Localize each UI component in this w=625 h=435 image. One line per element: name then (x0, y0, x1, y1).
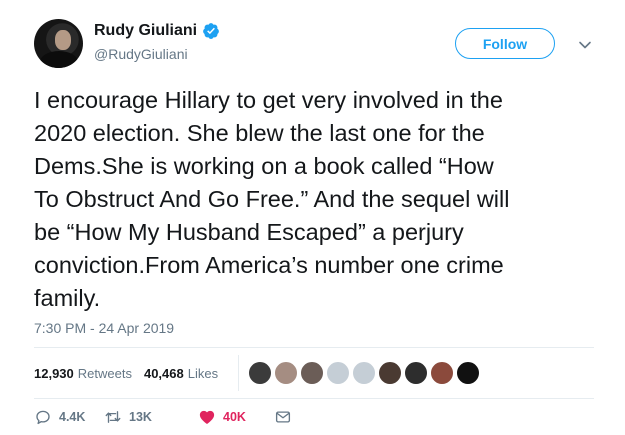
likes-label[interactable]: Likes (188, 366, 218, 381)
tweet-text: I encourage Hillary to get very involved… (34, 87, 510, 311)
liker-avatar-8[interactable] (430, 361, 454, 385)
like-count: 40K (223, 410, 246, 424)
divider-bottom (34, 398, 594, 399)
avatar-face (55, 30, 71, 50)
liker-avatar-9[interactable] (456, 361, 480, 385)
liker-avatar-3[interactable] (300, 361, 324, 385)
liker-avatar-2[interactable] (274, 361, 298, 385)
liker-avatar-1[interactable] (248, 361, 272, 385)
like-action[interactable]: 40K (198, 408, 274, 426)
reply-icon (36, 410, 50, 425)
retweet-count: 13K (129, 410, 152, 424)
liker-avatar-5[interactable] (352, 361, 376, 385)
profile-avatar[interactable] (34, 19, 83, 68)
liker-avatar-4[interactable] (326, 361, 350, 385)
tweet-actions: 4.4K 13K 40K (34, 408, 292, 426)
liker-avatar-6[interactable] (378, 361, 402, 385)
stats-separator (238, 355, 239, 391)
heart-icon (199, 410, 215, 424)
display-name[interactable]: Rudy Giuliani (94, 22, 197, 40)
retweets-label[interactable]: Retweets (78, 366, 132, 381)
user-handle[interactable]: @RudyGiuliani (94, 46, 188, 62)
retweets-count[interactable]: 12,930 (34, 366, 74, 381)
message-action[interactable] (274, 408, 292, 426)
engagement-stats: 12,930 Retweets 40,468 Likes (34, 366, 218, 381)
reply-action[interactable]: 4.4K (34, 408, 104, 426)
avatar-shoulder (40, 51, 78, 68)
follow-button[interactable]: Follow (455, 28, 555, 59)
likes-count[interactable]: 40,468 (144, 366, 184, 381)
verified-badge-icon (203, 23, 219, 39)
reply-count: 4.4K (59, 410, 86, 424)
liker-avatar-7[interactable] (404, 361, 428, 385)
divider-top (34, 347, 594, 348)
name-row: Rudy Giuliani (94, 22, 220, 40)
envelope-icon (275, 411, 291, 423)
retweet-icon (105, 411, 121, 423)
retweet-action[interactable]: 13K (104, 408, 198, 426)
chevron-down-icon[interactable] (578, 38, 592, 52)
tweet-timestamp[interactable]: 7:30 PM - 24 Apr 2019 (34, 320, 174, 336)
